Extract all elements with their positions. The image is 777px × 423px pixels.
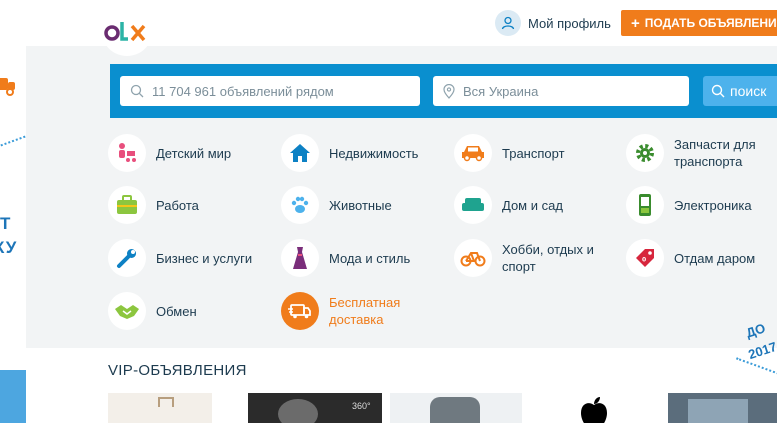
category-label: Работа: [156, 197, 199, 213]
olx-logo-icon: [104, 22, 146, 42]
view-360-badge: 360°: [352, 401, 371, 411]
product-image: [278, 399, 318, 423]
search-input[interactable]: [152, 83, 413, 99]
category-animals[interactable]: Животные: [281, 186, 392, 224]
category-transport[interactable]: Транспорт: [454, 134, 565, 172]
profile-label: Мой профиль: [528, 15, 611, 31]
promo-text: Т: [0, 214, 12, 233]
house-icon: [281, 134, 319, 172]
promo-image: [0, 370, 26, 423]
category-label: Дом и сад: [502, 197, 563, 213]
category-kids[interactable]: Детский мир: [108, 134, 231, 172]
category-label: Отдам даром: [674, 250, 756, 266]
vip-ad-thumbnail[interactable]: [390, 393, 522, 423]
briefcase-icon: [108, 186, 146, 224]
vip-ad-thumbnail[interactable]: [668, 393, 777, 423]
location-pin-icon: [443, 83, 455, 99]
category-real-estate[interactable]: Недвижимость: [281, 134, 418, 172]
phone-icon: [626, 186, 664, 224]
wrench-icon: [108, 239, 146, 277]
category-label: Мода и стиль: [329, 250, 411, 266]
product-image: [158, 397, 174, 407]
search-icon: [711, 84, 725, 98]
search-icon: [130, 84, 144, 98]
svg-text:0: 0: [642, 257, 646, 264]
category-label: Транспорт: [502, 145, 565, 161]
product-image: [430, 397, 480, 423]
category-label: Детский мир: [156, 145, 232, 161]
vip-section-title: VIP-ОБЪЯВЛЕНИЯ: [108, 362, 247, 379]
post-ad-label: ПОДАТЬ ОБЪЯВЛЕНИЕ: [644, 16, 777, 30]
plus-icon: +: [631, 14, 640, 32]
vip-ad-thumbnail[interactable]: [543, 393, 646, 423]
right-promo-badge[interactable]: ДО 2017: [730, 315, 777, 385]
category-hobby[interactable]: Хобби, отдых и спорт: [454, 239, 612, 277]
product-image: [688, 399, 748, 423]
location-field[interactable]: [433, 76, 689, 106]
tag-icon: 0: [626, 239, 664, 277]
category-label: Обмен: [156, 303, 197, 319]
category-label: Запчасти для транспорта: [674, 137, 756, 169]
category-free[interactable]: 0 Отдам даром: [626, 239, 755, 277]
category-label: Бесплатная доставка: [329, 295, 401, 327]
left-promo-banner[interactable]: Т КУ: [0, 0, 26, 423]
sofa-icon: [454, 186, 492, 224]
promo-text: КУ: [0, 238, 18, 257]
dotted-line: [0, 135, 26, 147]
category-label: Электроника: [674, 197, 752, 213]
category-free-delivery[interactable]: Бесплатная доставка: [281, 292, 419, 330]
search-bar: поиск: [110, 64, 777, 118]
olx-logo[interactable]: [102, 8, 152, 56]
category-electronics[interactable]: Электроника: [626, 186, 752, 224]
category-label: Недвижимость: [329, 145, 419, 161]
post-ad-button[interactable]: + ПОДАТЬ ОБЪЯВЛЕНИЕ: [621, 10, 777, 36]
category-jobs[interactable]: Работа: [108, 186, 199, 224]
category-auto-parts[interactable]: Запчасти для транспорта: [626, 134, 777, 172]
handshake-icon: [108, 292, 146, 330]
promo-text: 2017: [746, 338, 777, 363]
category-label: Бизнес и услуги: [156, 250, 253, 266]
category-label: Животные: [329, 197, 392, 213]
delivery-truck-icon: [281, 292, 319, 330]
vip-ad-thumbnail[interactable]: [108, 393, 212, 423]
category-label: Хобби, отдых и спорт: [502, 242, 594, 274]
paw-icon: [281, 186, 319, 224]
promo-text: ДО: [744, 320, 768, 341]
dress-icon: [281, 239, 319, 277]
search-field[interactable]: [120, 76, 420, 106]
location-input[interactable]: [463, 83, 685, 99]
category-exchange[interactable]: Обмен: [108, 292, 197, 330]
apple-logo-icon: [581, 397, 607, 423]
user-icon: [495, 10, 521, 36]
truck-icon: [0, 78, 15, 96]
car-icon: [454, 134, 492, 172]
search-button-label: поиск: [730, 83, 767, 99]
my-profile-link[interactable]: Мой профиль: [495, 10, 611, 36]
category-business[interactable]: Бизнес и услуги: [108, 239, 252, 277]
category-fashion[interactable]: Мода и стиль: [281, 239, 410, 277]
stroller-icon: [108, 134, 146, 172]
category-home-garden[interactable]: Дом и сад: [454, 186, 563, 224]
vip-ad-thumbnail[interactable]: 360°: [248, 393, 382, 423]
bicycle-icon: [454, 239, 492, 277]
search-button[interactable]: поиск: [703, 76, 777, 106]
gear-icon: [626, 134, 664, 172]
